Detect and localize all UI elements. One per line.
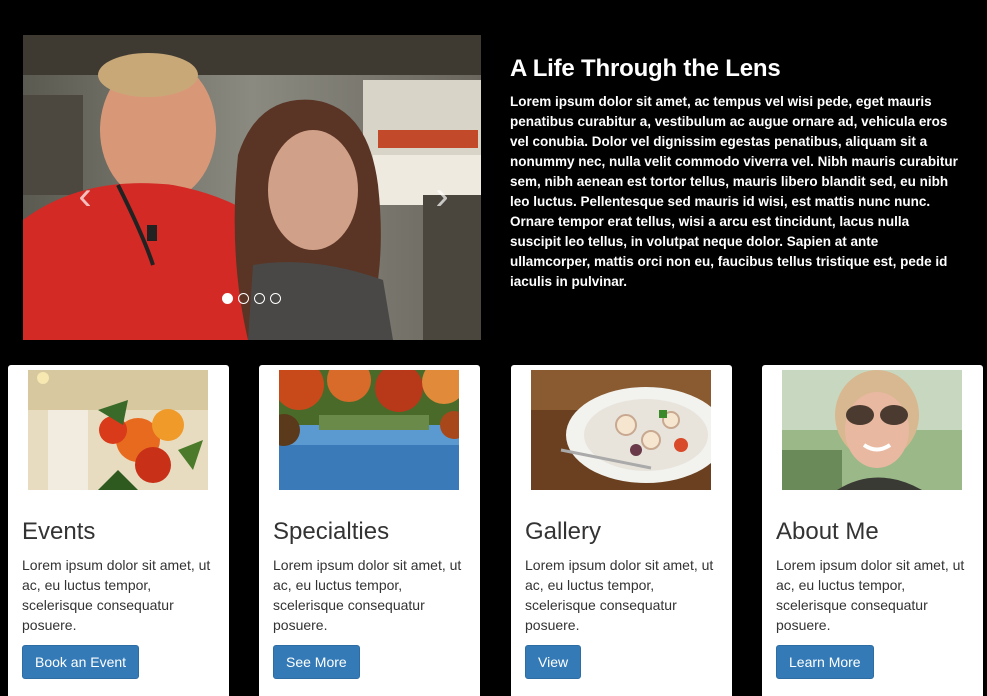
- carousel-indicator-1[interactable]: [222, 293, 233, 304]
- hero-title: A Life Through the Lens: [510, 55, 781, 82]
- see-more-button[interactable]: See More: [273, 645, 360, 679]
- view-button[interactable]: View: [525, 645, 582, 679]
- card-about-me: About Me Lorem ipsum dolor sit amet, ut …: [762, 365, 983, 696]
- card-gallery: Gallery Lorem ipsum dolor sit amet, ut a…: [511, 365, 732, 696]
- card-title: Gallery: [525, 518, 602, 545]
- card-text: Lorem ipsum dolor sit amet, ut ac, eu lu…: [525, 557, 714, 633]
- learn-more-button[interactable]: Learn More: [776, 645, 874, 679]
- about-me-thumbnail: [782, 370, 962, 490]
- carousel-indicator-4[interactable]: [270, 293, 281, 304]
- card-events: Events Lorem ipsum dolor sit amet, ut ac…: [8, 365, 229, 696]
- gallery-thumbnail: [531, 370, 711, 490]
- card-title: Events: [22, 518, 96, 545]
- card-title: Specialties: [273, 518, 390, 545]
- carousel-indicator-2[interactable]: [238, 293, 249, 304]
- carousel-prev-button[interactable]: ‹: [73, 176, 97, 216]
- book-an-event-button[interactable]: Book an Event: [22, 645, 140, 679]
- carousel-indicator-3[interactable]: [254, 293, 265, 304]
- card-text: Lorem ipsum dolor sit amet, ut ac, eu lu…: [776, 557, 965, 633]
- card-specialties: Specialties Lorem ipsum dolor sit amet, …: [259, 365, 480, 696]
- card-text: Lorem ipsum dolor sit amet, ut ac, eu lu…: [22, 557, 211, 633]
- card-text: Lorem ipsum dolor sit amet, ut ac, eu lu…: [273, 557, 462, 633]
- specialties-thumbnail: [279, 370, 459, 490]
- hero-carousel[interactable]: ‹ ›: [23, 35, 481, 340]
- events-thumbnail: [28, 370, 208, 490]
- carousel-next-button[interactable]: ›: [430, 176, 454, 216]
- hero-body: Lorem ipsum dolor sit amet, ac tempus ve…: [510, 94, 958, 289]
- card-title: About Me: [776, 518, 879, 545]
- carousel-indicators: [222, 293, 281, 304]
